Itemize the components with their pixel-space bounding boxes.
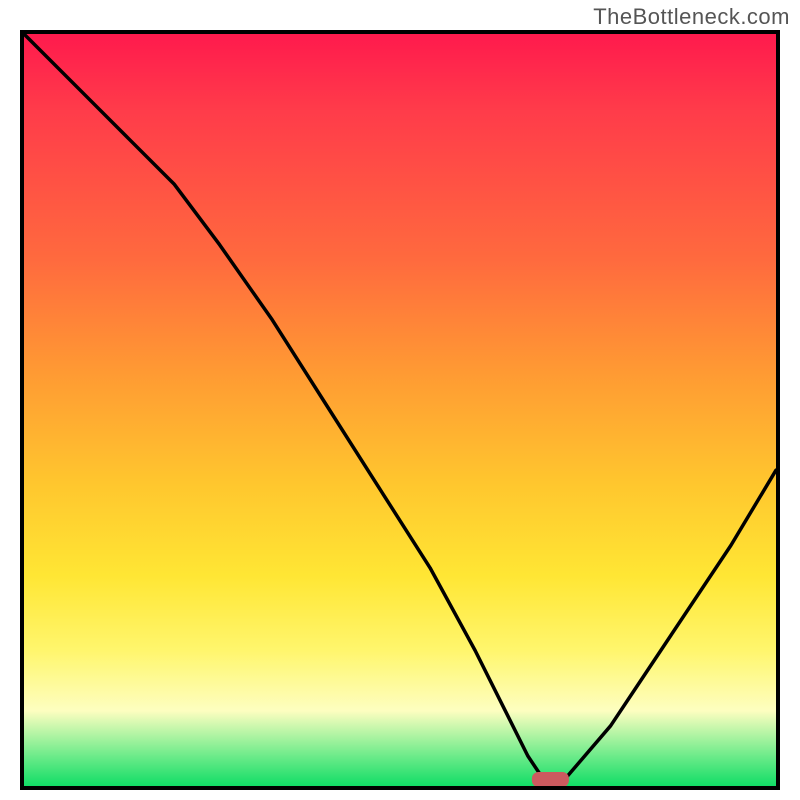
- bottleneck-curve: [24, 34, 776, 786]
- chart-container: TheBottleneck.com: [0, 0, 800, 800]
- optimal-marker: [532, 773, 568, 787]
- plot-area: [20, 30, 780, 790]
- curve-path: [24, 34, 776, 779]
- watermark-text: TheBottleneck.com: [593, 4, 790, 30]
